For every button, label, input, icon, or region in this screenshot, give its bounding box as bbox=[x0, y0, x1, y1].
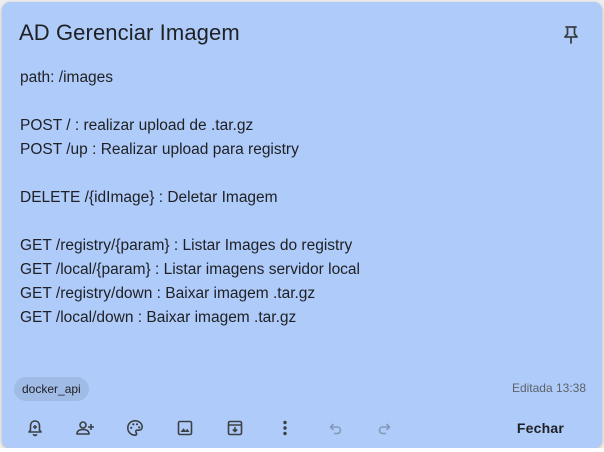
archive-icon bbox=[227, 420, 243, 436]
more-options-button[interactable] bbox=[260, 412, 310, 444]
note-line: GET /registry/{param} : Listar Images do… bbox=[20, 237, 353, 254]
note-line: GET /local/down : Baixar imagem .tar.gz bbox=[20, 309, 297, 326]
note-line-blank bbox=[20, 210, 580, 234]
pin-icon bbox=[564, 26, 578, 44]
note-line: POST /up : Realizar upload para registry bbox=[20, 141, 299, 158]
note-line-blank bbox=[20, 90, 580, 114]
pin-button[interactable] bbox=[558, 22, 584, 48]
note-line: GET /registry/down : Baixar imagem .tar.… bbox=[20, 285, 316, 302]
note-line-blank bbox=[20, 162, 580, 186]
note-toolbar bbox=[10, 412, 410, 444]
note-line: POST / : realizar upload de .tar.gz bbox=[20, 117, 254, 134]
bell-plus-icon bbox=[28, 420, 42, 437]
collaborator-button[interactable] bbox=[60, 412, 110, 444]
note-body[interactable]: path: /images POST / : realizar upload d… bbox=[20, 66, 580, 330]
note-title[interactable]: AD Gerenciar Imagem bbox=[19, 20, 240, 46]
palette-icon bbox=[127, 420, 143, 436]
redo-button[interactable] bbox=[360, 412, 410, 444]
note-line: DELETE /{idImage} : Deletar Imagem bbox=[20, 189, 278, 206]
archive-button[interactable] bbox=[210, 412, 260, 444]
image-icon bbox=[177, 420, 193, 436]
redo-icon bbox=[378, 423, 391, 435]
add-image-button[interactable] bbox=[160, 412, 210, 444]
undo-icon bbox=[329, 423, 342, 435]
page-edge bbox=[0, 448, 604, 452]
more-vert-icon bbox=[283, 420, 287, 436]
undo-button[interactable] bbox=[310, 412, 360, 444]
note-line: GET /local/{param} : Listar imagens serv… bbox=[20, 261, 361, 278]
note-line: path: /images bbox=[20, 69, 114, 86]
person-add-icon bbox=[76, 421, 94, 435]
close-button[interactable]: Fechar bbox=[505, 416, 576, 440]
note-editor-dialog: AD Gerenciar Imagem path: /images POST /… bbox=[2, 2, 602, 448]
background-options-button[interactable] bbox=[110, 412, 160, 444]
edited-timestamp: Editada 13:38 bbox=[511, 381, 586, 395]
label-chip[interactable]: docker_api bbox=[14, 377, 89, 401]
remind-me-button[interactable] bbox=[10, 412, 60, 444]
